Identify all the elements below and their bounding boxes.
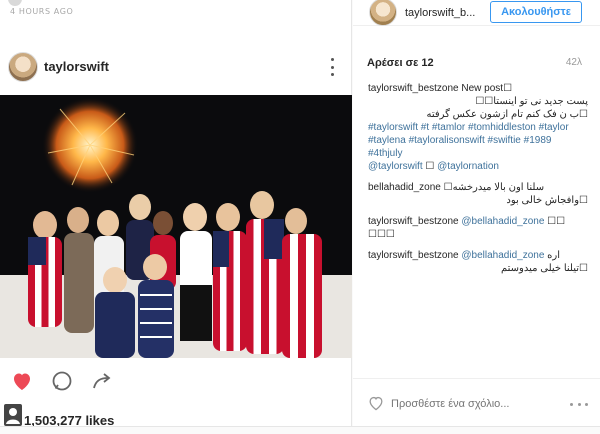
comment-text: ☐سلنا اون بالا میدرخشه xyxy=(443,182,545,193)
avatar xyxy=(8,0,22,6)
post-actions xyxy=(0,366,352,396)
likes-label: Αρέσει σε xyxy=(367,57,419,69)
comment-text: ☐☐ xyxy=(547,216,566,227)
comment: taylorswift_bestzone @bellahadid_zone ار… xyxy=(368,249,588,275)
avatar[interactable] xyxy=(8,52,38,82)
add-comment-bar xyxy=(353,378,600,426)
comments-list: taylorswift_bestzone New post☐ پست جدید … xyxy=(368,82,588,283)
comment: bellahadid_zone ☐سلنا اون بالا میدرخشه ☐… xyxy=(368,181,588,207)
comment-text: New post☐ xyxy=(461,83,513,94)
comment-text: ☐ xyxy=(425,161,435,172)
likes-summary-count: 12 xyxy=(421,57,434,69)
more-options-icon[interactable] xyxy=(570,401,588,407)
share-icon[interactable] xyxy=(90,369,114,393)
comment-username[interactable]: taylorswift_bestzone xyxy=(368,216,459,227)
comment-icon[interactable] xyxy=(50,369,74,393)
comment: taylorswift_bestzone New post☐ پست جدید … xyxy=(368,82,588,173)
heart-icon[interactable] xyxy=(10,369,34,393)
follow-button[interactable]: Ακολουθήστε xyxy=(490,1,582,23)
comment-text: ☐تیلنا خیلی میدوستم xyxy=(500,263,588,274)
comment-mention[interactable]: @bellahadid_zone xyxy=(461,216,544,227)
post-photo[interactable] xyxy=(0,95,352,358)
comment-username[interactable]: taylorswift_bestzone xyxy=(368,83,459,94)
comment-text: ☐وافجاش خالی بود xyxy=(506,195,588,206)
comment-hashtags[interactable]: #taylorswift #t #tamlor #tomhiddleston #… xyxy=(368,121,588,160)
comment: taylorswift_bestzone @bellahadid_zone ☐☐… xyxy=(368,215,588,241)
sidebar-header: taylorswift_b... Ακολουθήστε xyxy=(353,0,600,26)
comment-text: پست جدید نی تو اینستا☐☐ xyxy=(475,96,588,107)
person-icon xyxy=(4,404,22,426)
comment-text: اره xyxy=(547,250,561,261)
comment-username[interactable]: bellahadid_zone xyxy=(368,182,441,193)
sidebar-username[interactable]: taylorswift_b... xyxy=(405,7,475,19)
more-options-icon[interactable] xyxy=(328,56,336,78)
bottom-strip xyxy=(0,426,600,434)
comment-text: ☐ب ن فک کنم تام ازشون عکس گرفته xyxy=(426,109,588,120)
likes-summary[interactable]: Αρέσει σε 12 xyxy=(367,57,434,69)
comment-mention[interactable]: @taylornation xyxy=(437,161,499,172)
comment-text: ☐☐☐ xyxy=(368,229,395,240)
comment-mention[interactable]: @taylorswift xyxy=(368,161,423,172)
feed-panel: 4 HOURS AGO taylorswift 1,503,277 likes xyxy=(0,0,352,434)
post-header: taylorswift xyxy=(0,48,352,88)
post-sidebar: taylorswift_b... Ακολουθήστε Αρέσει σε 1… xyxy=(353,0,600,434)
like-outline-icon[interactable] xyxy=(367,395,385,411)
avatar[interactable] xyxy=(369,0,397,26)
post-time: 42λ xyxy=(565,57,582,68)
previous-post-footer: 4 HOURS AGO xyxy=(0,0,352,22)
comment-input[interactable] xyxy=(391,395,551,413)
post-username[interactable]: taylorswift xyxy=(44,59,109,74)
comment-mention[interactable]: @bellahadid_zone xyxy=(461,250,544,261)
post-time: 4 HOURS AGO xyxy=(10,7,74,16)
comment-username[interactable]: taylorswift_bestzone xyxy=(368,250,459,261)
party-photo-image xyxy=(0,95,352,358)
